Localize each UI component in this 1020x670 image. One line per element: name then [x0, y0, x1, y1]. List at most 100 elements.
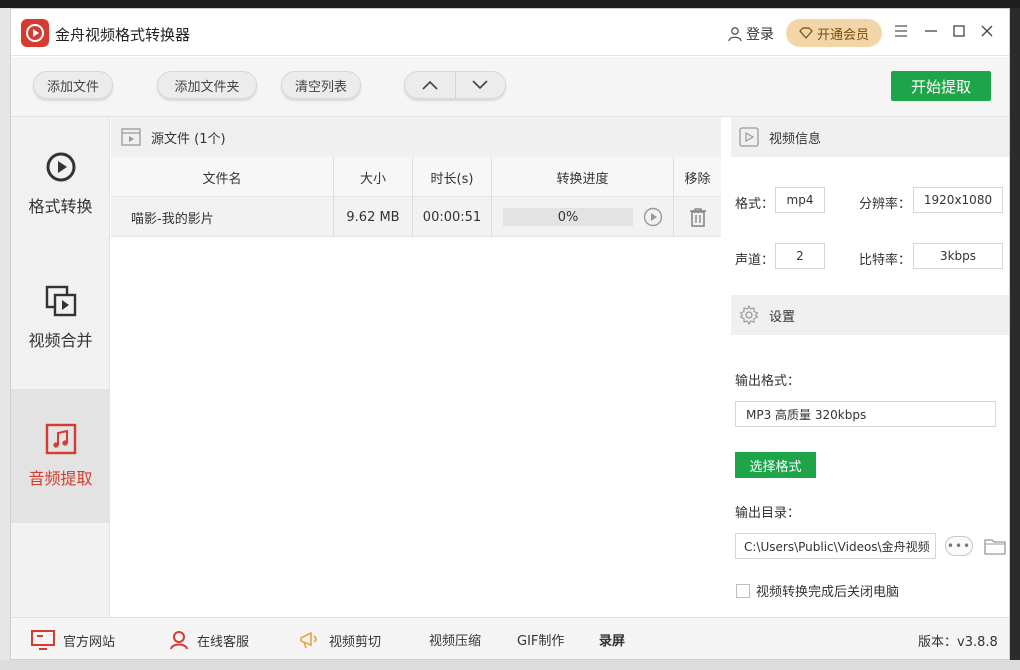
video-cut-link[interactable]: 视频剪切 — [299, 630, 381, 650]
app-title: 金舟视频格式转换器 — [55, 24, 190, 45]
bitrate-label: 比特率： — [859, 249, 911, 268]
format-label: 格式： — [735, 193, 774, 212]
source-file-title: 源文件 (1个) — [151, 128, 226, 147]
remove-button[interactable] — [674, 197, 721, 237]
file-list-panel: 源文件 (1个) 文件名 大小 时长(s) 转换进度 移除 喵影-我的影片 9.… — [111, 117, 721, 617]
bitrate-value: 3kbps — [913, 243, 1003, 269]
play-circle-icon — [643, 207, 663, 227]
nav-item-label: 格式转换 — [28, 193, 92, 217]
column-header-size: 大小 — [334, 157, 412, 197]
music-note-icon — [45, 423, 77, 455]
settings-title: 设置 — [769, 306, 795, 325]
output-format-field[interactable]: MP3 高质量 320kbps — [735, 401, 996, 427]
nav-item-format-convert[interactable]: 格式转换 — [11, 117, 110, 251]
table-header: 文件名 大小 时长(s) 转换进度 移除 — [111, 157, 721, 197]
video-merge-icon — [45, 285, 77, 317]
select-format-button[interactable]: 选择格式 — [735, 452, 816, 478]
trash-icon — [689, 207, 707, 227]
video-cut-label: 视频剪切 — [329, 631, 381, 650]
close-icon[interactable] — [979, 23, 995, 39]
nav-item-video-merge[interactable]: 视频合并 — [11, 251, 110, 385]
desktop-left-strip — [0, 8, 10, 670]
desktop-bottom-strip — [0, 660, 1020, 670]
chevron-down-icon — [472, 80, 488, 90]
login-label: 登录 — [746, 24, 774, 44]
open-folder-button[interactable] — [983, 535, 1007, 557]
settings-panel: 视频信息 格式： mp4 分辨率： 1920x1080 声道： 2 比特率： 3… — [731, 117, 1010, 617]
gif-make-link[interactable]: GIF制作 — [517, 630, 564, 649]
screen-record-link[interactable]: 录屏 — [599, 630, 625, 649]
shutdown-label: 视频转换完成后关闭电脑 — [756, 581, 899, 600]
desktop-top-strip — [0, 0, 1020, 8]
nav-item-label: 音频提取 — [28, 465, 92, 489]
online-support-link[interactable]: 在线客服 — [169, 630, 249, 650]
table-row[interactable]: 喵影-我的影片 9.62 MB 00:00:51 0% — [111, 197, 721, 237]
progress-bar: 0% — [503, 208, 633, 226]
browse-dots-button[interactable]: ••• — [945, 536, 973, 556]
clear-list-button[interactable]: 清空列表 — [281, 71, 361, 99]
play-preview-button[interactable] — [641, 197, 665, 237]
gif-make-label: GIF制作 — [517, 630, 564, 649]
left-nav: 格式转换 视频合并 音频提取 — [11, 117, 110, 617]
title-bar: 金舟视频格式转换器 登录 开通会员 — [11, 9, 1010, 56]
file-duration: 00:00:51 — [413, 197, 491, 237]
monitor-icon — [31, 630, 55, 650]
progress-text: 0% — [558, 210, 579, 225]
bottom-bar: 官方网站 在线客服 视频剪切 视频压缩 GIF制作 录屏 版本：v3.8.8 — [11, 617, 1010, 660]
gear-icon — [739, 305, 759, 325]
folder-icon — [984, 537, 1006, 555]
source-file-header: 源文件 (1个) — [111, 117, 721, 157]
column-header-progress: 转换进度 — [492, 157, 673, 197]
resolution-label: 分辨率： — [859, 193, 911, 212]
nav-item-label: 视频合并 — [28, 327, 92, 351]
login-button[interactable]: 登录 — [727, 24, 774, 44]
vip-label: 开通会员 — [817, 24, 869, 43]
app-logo-icon — [21, 19, 49, 47]
megaphone-icon — [299, 630, 321, 650]
vip-button[interactable]: 开通会员 — [786, 19, 882, 47]
play-circle-icon — [45, 151, 77, 183]
maximize-icon[interactable] — [951, 23, 967, 39]
start-extract-button[interactable]: 开始提取 — [891, 71, 991, 101]
minimize-icon[interactable] — [923, 23, 939, 39]
version-text: 版本：v3.8.8 — [918, 631, 998, 650]
output-dir-label: 输出目录： — [735, 502, 800, 521]
video-info-title: 视频信息 — [769, 128, 821, 147]
resolution-value: 1920x1080 — [913, 187, 1003, 213]
output-dir-field[interactable]: C:\Users\Public\Videos\金舟视频 — [735, 533, 936, 559]
add-file-button[interactable]: 添加文件 — [33, 71, 113, 99]
format-value: mp4 — [775, 187, 825, 213]
nav-item-audio-extract[interactable]: 音频提取 — [11, 389, 110, 523]
column-header-duration: 时长(s) — [413, 157, 491, 197]
move-up-button[interactable] — [405, 72, 455, 98]
screen-record-label: 录屏 — [599, 630, 625, 649]
user-icon — [727, 26, 743, 42]
online-support-label: 在线客服 — [197, 631, 249, 650]
shutdown-checkbox[interactable] — [736, 584, 750, 598]
settings-header: 设置 — [731, 295, 1010, 335]
official-website-link[interactable]: 官方网站 — [31, 630, 115, 650]
move-buttons — [404, 71, 506, 99]
channels-label: 声道： — [735, 249, 774, 268]
video-info-icon — [739, 127, 759, 147]
video-compress-label: 视频压缩 — [429, 630, 481, 649]
output-format-label: 输出格式： — [735, 370, 800, 389]
video-compress-link[interactable]: 视频压缩 — [429, 630, 481, 649]
file-size: 9.62 MB — [334, 197, 412, 237]
support-person-icon — [169, 630, 189, 650]
video-info-header: 视频信息 — [731, 117, 1010, 157]
app-window: 金舟视频格式转换器 登录 开通会员 添加文件 添加文件夹 清空列表 — [10, 8, 1010, 660]
official-website-label: 官方网站 — [63, 631, 115, 650]
column-header-remove: 移除 — [674, 157, 721, 197]
channels-value: 2 — [775, 243, 825, 269]
file-name: 喵影-我的影片 — [111, 197, 333, 237]
video-file-icon — [121, 128, 141, 146]
toolbar: 添加文件 添加文件夹 清空列表 开始提取 — [11, 57, 1010, 117]
move-down-button[interactable] — [455, 72, 505, 98]
add-folder-button[interactable]: 添加文件夹 — [157, 71, 257, 99]
column-header-name: 文件名 — [111, 157, 333, 197]
menu-icon[interactable] — [893, 23, 909, 39]
chevron-up-icon — [422, 80, 438, 90]
shutdown-option[interactable]: 视频转换完成后关闭电脑 — [736, 581, 899, 600]
diamond-icon — [799, 27, 813, 39]
